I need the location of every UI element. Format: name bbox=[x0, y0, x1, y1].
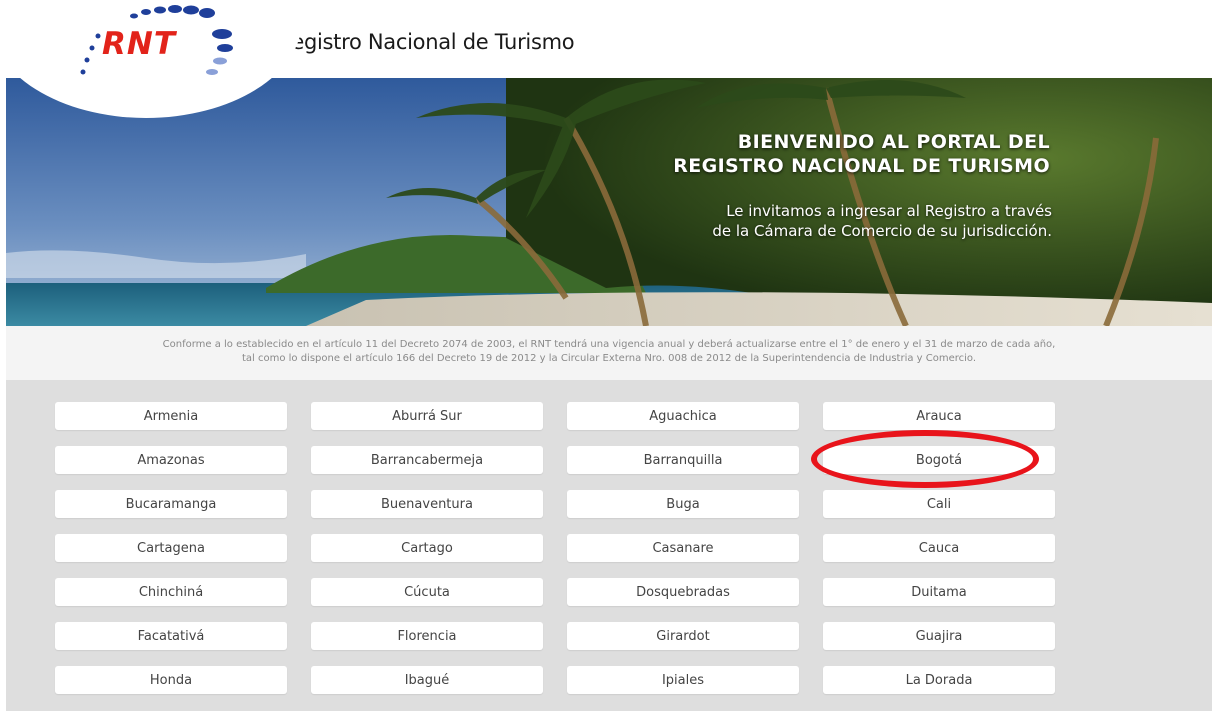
banner-title-line1: BIENVENIDO AL PORTAL DEL bbox=[737, 131, 1050, 153]
city-button-aburra-sur[interactable]: Aburrá Sur bbox=[311, 402, 543, 430]
city-button-la-dorada[interactable]: La Dorada bbox=[823, 666, 1055, 694]
legal-notice-line2: tal como lo dispone el artículo 166 del … bbox=[241, 353, 977, 364]
city-button-chinchina[interactable]: Chinchiná bbox=[55, 578, 287, 606]
city-button-ibague[interactable]: Ibagué bbox=[311, 666, 543, 694]
hero-banner: BIENVENIDO AL PORTAL DEL REGISTRO NACION… bbox=[6, 78, 1212, 326]
site-title: Registro Nacional de Turismo bbox=[278, 30, 575, 54]
banner-subtitle-line1: Le invitamos a ingresar al Registro a tr… bbox=[726, 202, 1052, 220]
city-button-buga[interactable]: Buga bbox=[567, 490, 799, 518]
city-button-cauca[interactable]: Cauca bbox=[823, 534, 1055, 562]
city-button-honda[interactable]: Honda bbox=[55, 666, 287, 694]
rnt-logo[interactable]: RNT bbox=[72, 0, 272, 96]
banner-title-line2: REGISTRO NACIONAL DE TURISMO bbox=[673, 155, 1050, 177]
city-button-armenia[interactable]: Armenia bbox=[55, 402, 287, 430]
city-button-guajira[interactable]: Guajira bbox=[823, 622, 1055, 650]
city-button-barrancabermeja[interactable]: Barrancabermeja bbox=[311, 446, 543, 474]
city-grid: Armenia Aburrá Sur Aguachica Arauca Amaz… bbox=[55, 402, 1055, 694]
city-button-cucuta[interactable]: Cúcuta bbox=[311, 578, 543, 606]
banner-subtitle: Le invitamos a ingresar al Registro a tr… bbox=[712, 201, 1052, 241]
city-grid-area: Armenia Aburrá Sur Aguachica Arauca Amaz… bbox=[6, 380, 1212, 711]
city-button-ipiales[interactable]: Ipiales bbox=[567, 666, 799, 694]
city-button-cartagena[interactable]: Cartagena bbox=[55, 534, 287, 562]
city-button-aguachica[interactable]: Aguachica bbox=[567, 402, 799, 430]
city-button-cartago[interactable]: Cartago bbox=[311, 534, 543, 562]
city-button-cali[interactable]: Cali bbox=[823, 490, 1055, 518]
city-button-duitama[interactable]: Duitama bbox=[823, 578, 1055, 606]
city-button-buenaventura[interactable]: Buenaventura bbox=[311, 490, 543, 518]
city-button-bucaramanga[interactable]: Bucaramanga bbox=[55, 490, 287, 518]
city-button-amazonas[interactable]: Amazonas bbox=[55, 446, 287, 474]
city-button-arauca[interactable]: Arauca bbox=[823, 402, 1055, 430]
city-button-facatativa[interactable]: Facatativá bbox=[55, 622, 287, 650]
city-button-barranquilla[interactable]: Barranquilla bbox=[567, 446, 799, 474]
city-button-florencia[interactable]: Florencia bbox=[311, 622, 543, 650]
banner-title: BIENVENIDO AL PORTAL DEL REGISTRO NACION… bbox=[673, 130, 1050, 178]
legal-notice-line1: Conforme a lo establecido en el artículo… bbox=[162, 339, 1056, 350]
banner-subtitle-line2: de la Cámara de Comercio de su jurisdicc… bbox=[712, 222, 1052, 240]
city-button-dosquebradas[interactable]: Dosquebradas bbox=[567, 578, 799, 606]
city-button-casanare[interactable]: Casanare bbox=[567, 534, 799, 562]
legal-notice: Conforme a lo establecido en el artículo… bbox=[6, 326, 1212, 380]
city-button-bogota[interactable]: Bogotá bbox=[823, 446, 1055, 474]
logo-text: RNT bbox=[102, 26, 176, 62]
city-button-girardot[interactable]: Girardot bbox=[567, 622, 799, 650]
